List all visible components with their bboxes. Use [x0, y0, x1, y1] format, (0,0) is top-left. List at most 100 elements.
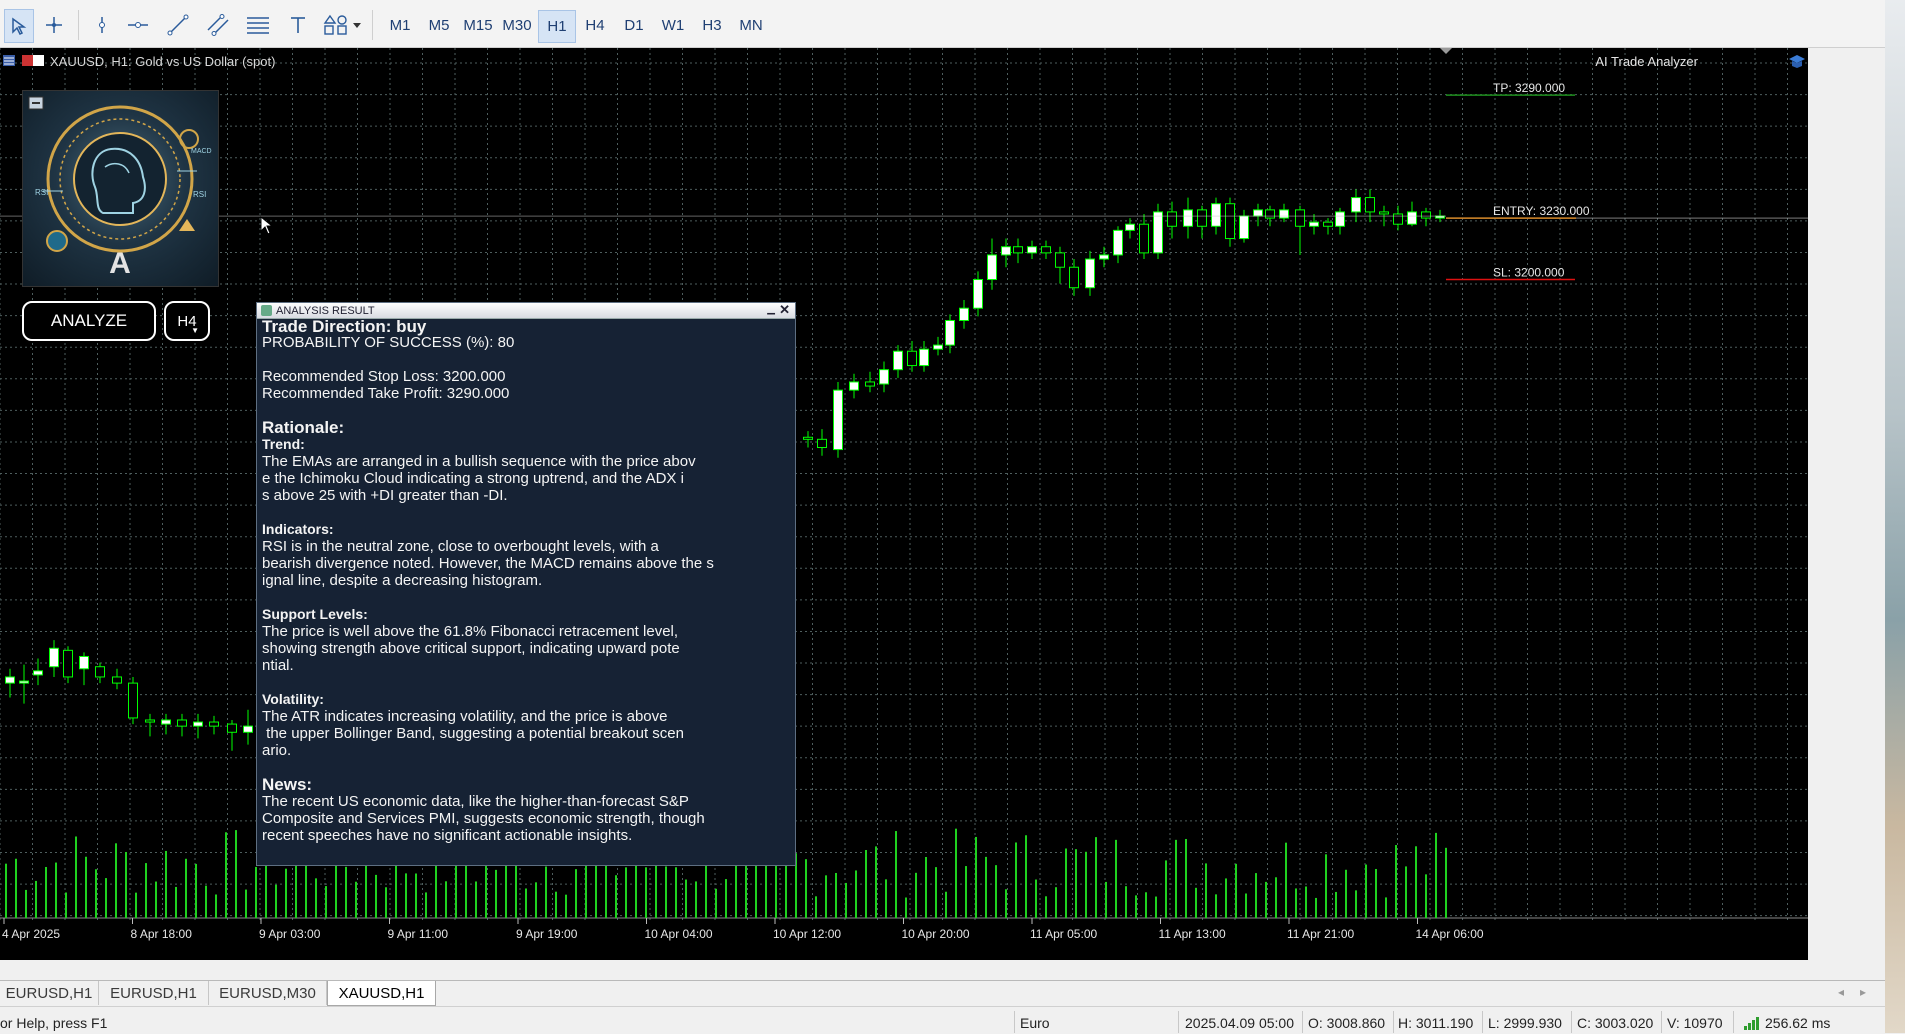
timeframe-m15[interactable]: M15 [460, 10, 496, 41]
analysis-result-window[interactable]: ANALYSIS RESULT ▁ ✕ Trade Direction: buy… [256, 302, 796, 866]
channel-icon[interactable] [204, 9, 232, 41]
candle-body [933, 344, 943, 350]
trade-direction: Trade Direction: buy [262, 317, 427, 336]
volatility-heading: Volatility: [262, 691, 324, 707]
scroll-right-icon[interactable]: ▸ [1860, 985, 1866, 999]
vertical-line-icon[interactable] [88, 9, 116, 41]
time-tick-label: 9 Apr 11:00 [388, 927, 449, 941]
candle-body [973, 279, 983, 309]
entry-label: ENTRY: 3230.000 [1493, 204, 1590, 218]
ai-icon [1789, 55, 1805, 68]
candle-body [945, 319, 955, 346]
status-bar: or Help, press F1 Euro 2025.04.09 05:00 … [0, 1006, 1905, 1034]
candle-body [1421, 211, 1431, 219]
time-tick-label: 4 Apr 2025 [2, 927, 60, 941]
toolbar-separator [78, 10, 79, 40]
candle-body [1055, 252, 1065, 268]
tab-xauusd-h1[interactable]: XAUUSD,H1 [327, 981, 436, 1006]
candle-body [1309, 221, 1319, 227]
timeframe-h4[interactable]: H4 [577, 10, 613, 41]
status-separator [1661, 1011, 1662, 1033]
fibonacci-icon[interactable] [244, 9, 272, 41]
time-tick-label: 9 Apr 19:00 [516, 927, 578, 941]
candle-body [1225, 203, 1235, 240]
text-icon[interactable] [284, 9, 312, 41]
rationale-heading: Rationale: [262, 418, 345, 437]
time-tick-label: 10 Apr 04:00 [645, 927, 713, 941]
candle-body [1041, 246, 1051, 254]
ea-logo: A RSI RSI MACD [22, 90, 219, 287]
horizontal-line-icon[interactable] [124, 9, 152, 41]
candle-body [803, 436, 813, 440]
candle-body [849, 381, 859, 391]
timeframe-m1[interactable]: M1 [382, 10, 418, 41]
candle-body [1013, 246, 1023, 254]
status-separator [1571, 1011, 1572, 1033]
time-tick-label: 11 Apr 05:00 [1030, 927, 1097, 941]
tab-eurusd-m30[interactable]: EURUSD,M30 [209, 981, 327, 1005]
time-tick-label: 8 Apr 18:00 [131, 927, 193, 941]
candle-body [865, 381, 875, 387]
tab-eurusd-h1[interactable]: EURUSD,H1 [0, 981, 99, 1005]
analysis-body: Trade Direction: buy PROBABILITY OF SUCCE… [257, 317, 795, 844]
time-tick-label: 11 Apr 13:00 [1159, 927, 1226, 941]
candle-body [1099, 254, 1109, 260]
candle-body [112, 676, 122, 684]
status-high: H: 3011.190 [1398, 1015, 1474, 1031]
analyze-button[interactable]: ANALYZE [22, 301, 156, 341]
crosshair-icon[interactable] [40, 9, 68, 41]
timeframe-d1[interactable]: D1 [616, 10, 652, 41]
candle-body [128, 682, 138, 719]
candle-body [1365, 197, 1375, 213]
timeframe-mn[interactable]: MN [733, 10, 769, 41]
candle-body [19, 680, 29, 684]
candle-body [5, 676, 15, 684]
status-open: O: 3008.860 [1308, 1015, 1386, 1031]
status-separator [1393, 1011, 1394, 1033]
candle-body [243, 725, 253, 733]
timeframe-m5[interactable]: M5 [421, 10, 457, 41]
news-heading: News: [262, 775, 313, 794]
shapes-icon[interactable] [320, 9, 364, 41]
candle-body [1323, 221, 1333, 227]
svg-text:RSI: RSI [35, 188, 48, 197]
candle-body [833, 389, 843, 451]
status-separator [1178, 1011, 1179, 1033]
minimize-icon[interactable]: ▁ [767, 304, 775, 315]
analysis-window-title: ANALYSIS RESULT [276, 304, 375, 317]
candle-body [1183, 209, 1193, 227]
cursor-icon[interactable] [4, 9, 34, 43]
mouse-cursor-icon [260, 216, 274, 235]
candle-body [879, 369, 889, 385]
scroll-left-icon[interactable]: ◂ [1838, 985, 1844, 999]
price-chart[interactable]: 3305.6903290.2753274.8603259.4453244.030… [0, 48, 1808, 960]
candle-body [145, 719, 155, 723]
time-tick-label: 10 Apr 20:00 [902, 927, 970, 941]
tab-eurusd-h1-2[interactable]: EURUSD,H1 [99, 981, 209, 1005]
timeframe-h3[interactable]: H3 [694, 10, 730, 41]
candle-body [1351, 197, 1361, 213]
timeframe-select[interactable]: H4 ▼ [164, 301, 210, 341]
support-heading: Support Levels: [262, 606, 368, 622]
trendline-icon[interactable] [164, 9, 192, 41]
candle-body [63, 649, 73, 678]
close-icon[interactable]: ✕ [779, 302, 790, 318]
candle-body [161, 719, 171, 725]
volatility-text: The ATR indicates increasing volatility,… [262, 708, 684, 759]
candle-body [1125, 223, 1135, 231]
trend-heading: Trend: [262, 436, 305, 452]
status-separator [1733, 1011, 1734, 1033]
candle-body [959, 307, 969, 321]
chart-corner-icons [3, 55, 44, 66]
candle-body [1393, 213, 1403, 225]
window-app-icon [261, 305, 272, 316]
indicators-text: RSI is in the neutral zone, close to ove… [262, 538, 714, 589]
timeframe-w1[interactable]: W1 [655, 10, 691, 41]
candle-body [1335, 211, 1345, 227]
time-tick-label: 10 Apr 12:00 [773, 927, 841, 941]
timeframe-h1[interactable]: H1 [538, 10, 576, 43]
timeframe-m30[interactable]: M30 [499, 10, 535, 41]
svg-text:MACD: MACD [191, 148, 212, 155]
candle-body [1211, 203, 1221, 227]
candle-body [209, 721, 219, 727]
